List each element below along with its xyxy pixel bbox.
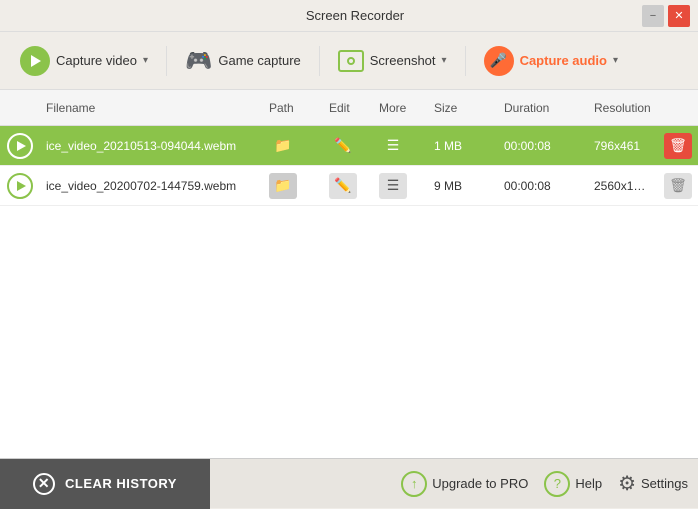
- screenshot-label: Screenshot: [370, 53, 436, 68]
- delete-button-2[interactable]: 🗑: [664, 173, 692, 199]
- toolbar: Capture video ▾ 🎮 Game capture Screensho…: [0, 32, 698, 90]
- settings-action[interactable]: ⚙ Settings: [618, 471, 688, 496]
- capture-video-button[interactable]: Capture video ▾: [10, 40, 158, 82]
- clear-history-button[interactable]: ✕ CLEAR HISTORY: [0, 459, 210, 509]
- path-button-1[interactable]: 📁: [269, 133, 297, 159]
- delete-cell-1: 🗑: [658, 133, 698, 159]
- help-label: Help: [575, 476, 602, 491]
- more-cell-2: ☰: [373, 173, 428, 199]
- edit-cell-2: ✏️: [323, 173, 373, 199]
- upgrade-label: Upgrade to PRO: [432, 476, 528, 491]
- toolbar-divider-2: [319, 46, 320, 76]
- path-cell-1: 📁: [263, 133, 323, 159]
- filename-cell-1: ice_video_20210513-094044.webm: [40, 139, 263, 153]
- capture-audio-button[interactable]: 🎤 Capture audio ▾: [474, 40, 628, 82]
- col-duration: Duration: [498, 101, 588, 115]
- help-action[interactable]: ? Help: [544, 471, 602, 497]
- settings-gear-icon: ⚙: [618, 471, 636, 496]
- main-content: Filename Path Edit More Size Duration Re…: [0, 90, 698, 458]
- col-resolution: Resolution: [588, 101, 658, 115]
- toolbar-divider-1: [166, 46, 167, 76]
- screenshot-icon: [338, 50, 364, 72]
- upgrade-action[interactable]: ↑ Upgrade to PRO: [401, 471, 528, 497]
- upgrade-icon: ↑: [401, 471, 427, 497]
- screenshot-dropdown-icon: ▾: [442, 55, 447, 66]
- edit-button-2[interactable]: ✏️: [329, 173, 357, 199]
- capture-video-label: Capture video: [56, 53, 137, 68]
- play-triangle-1: [17, 141, 26, 151]
- play-cell-1: [0, 133, 40, 159]
- more-cell-1: ☰: [373, 133, 428, 159]
- edit-cell-1: ✏️: [323, 133, 373, 159]
- table-row: ice_video_20200702-144759.webm 📁 ✏️ ☰ 9 …: [0, 166, 698, 206]
- mic-icon: 🎤: [490, 52, 507, 69]
- toolbar-divider-3: [465, 46, 466, 76]
- title-bar: Screen Recorder − ✕: [0, 0, 698, 32]
- help-icon: ?: [544, 471, 570, 497]
- capture-audio-icon: 🎤: [484, 46, 514, 76]
- col-more: More: [373, 101, 428, 115]
- col-path: Path: [263, 101, 323, 115]
- clear-history-label: CLEAR HISTORY: [65, 476, 177, 491]
- capture-audio-label: Capture audio: [520, 53, 607, 68]
- capture-video-dropdown-icon: ▾: [143, 55, 148, 66]
- bottom-bar: ✕ CLEAR HISTORY ↑ Upgrade to PRO ? Help …: [0, 458, 698, 508]
- col-size: Size: [428, 101, 498, 115]
- duration-cell-1: 00:00:08: [498, 139, 588, 153]
- size-cell-1: 1 MB: [428, 139, 498, 153]
- empty-table-area: [0, 206, 698, 458]
- clear-x-icon: ✕: [33, 473, 55, 495]
- app-title: Screen Recorder: [68, 8, 642, 23]
- capture-audio-dropdown-icon: ▾: [613, 55, 618, 66]
- screenshot-button[interactable]: Screenshot ▾: [328, 44, 457, 78]
- resolution-cell-2: 2560x1440: [588, 179, 658, 193]
- capture-video-icon: [20, 46, 50, 76]
- more-button-2[interactable]: ☰: [379, 173, 407, 199]
- more-button-1[interactable]: ☰: [379, 133, 407, 159]
- delete-cell-2: 🗑: [658, 173, 698, 199]
- table-header: Filename Path Edit More Size Duration Re…: [0, 90, 698, 126]
- duration-cell-2: 00:00:08: [498, 179, 588, 193]
- window-controls: − ✕: [642, 5, 690, 27]
- size-cell-2: 9 MB: [428, 179, 498, 193]
- filename-cell-2: ice_video_20200702-144759.webm: [40, 179, 263, 193]
- game-capture-label: Game capture: [218, 53, 300, 68]
- edit-button-1[interactable]: ✏️: [329, 133, 357, 159]
- col-filename: Filename: [40, 101, 263, 115]
- delete-button-1[interactable]: 🗑: [664, 133, 692, 159]
- game-capture-icon: 🎮: [185, 48, 212, 74]
- bottom-right-actions: ↑ Upgrade to PRO ? Help ⚙ Settings: [210, 471, 698, 497]
- path-cell-2: 📁: [263, 173, 323, 199]
- col-edit: Edit: [323, 101, 373, 115]
- resolution-cell-1: 796x461: [588, 139, 658, 153]
- settings-label: Settings: [641, 476, 688, 491]
- close-button[interactable]: ✕: [668, 5, 690, 27]
- table-row: ice_video_20210513-094044.webm 📁 ✏️ ☰ 1 …: [0, 126, 698, 166]
- play-cell-2: [0, 173, 40, 199]
- play-triangle-2: [17, 181, 26, 191]
- minimize-button[interactable]: −: [642, 5, 664, 27]
- path-button-2[interactable]: 📁: [269, 173, 297, 199]
- play-icon: [31, 55, 41, 67]
- play-button-2[interactable]: [7, 173, 33, 199]
- play-button-1[interactable]: [7, 133, 33, 159]
- game-capture-button[interactable]: 🎮 Game capture: [175, 42, 311, 80]
